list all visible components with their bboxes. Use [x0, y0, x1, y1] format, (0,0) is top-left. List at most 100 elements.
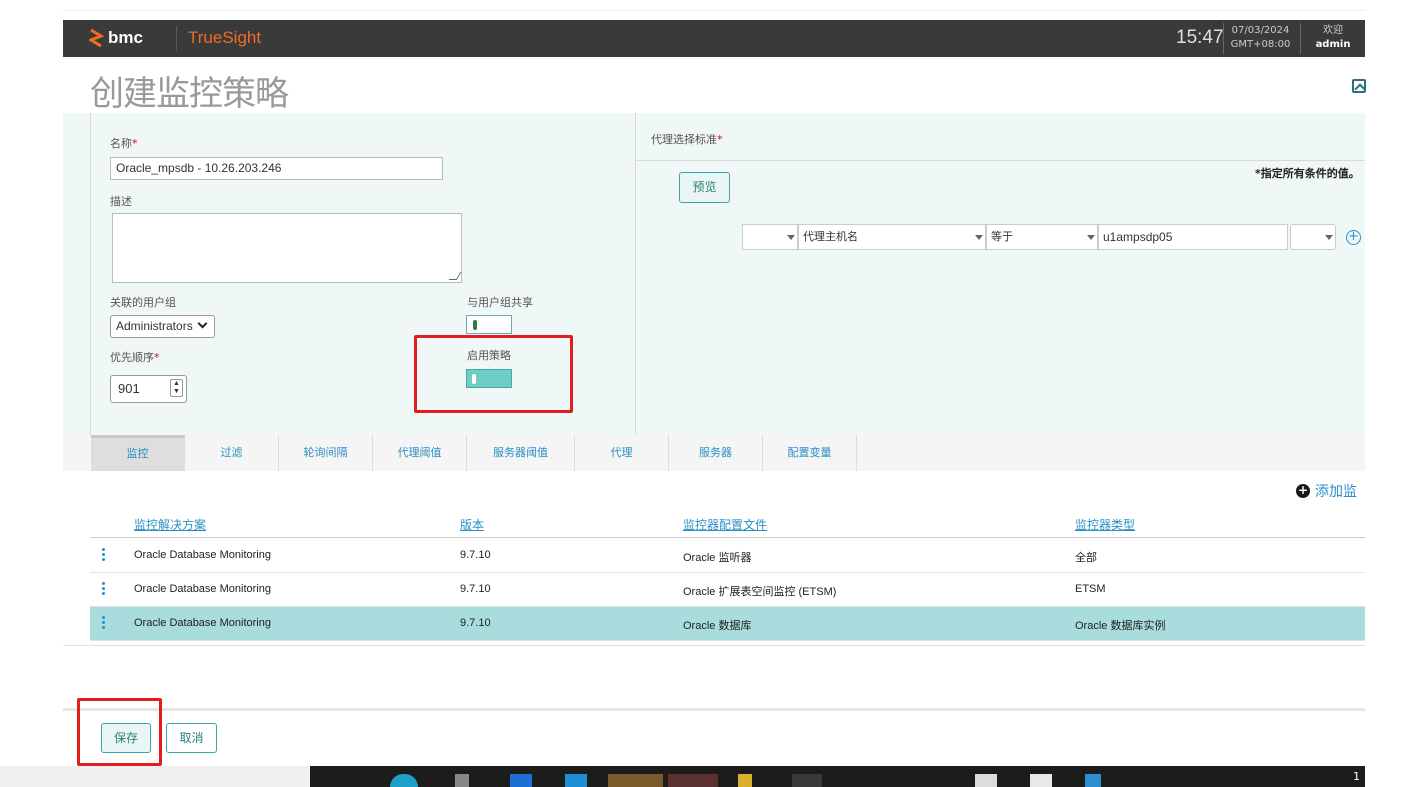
highlight-box-save	[77, 698, 162, 766]
usergroup-value: Administrators	[116, 319, 193, 333]
username: admin	[1315, 39, 1351, 50]
column-header-version[interactable]: 版本	[460, 516, 484, 533]
criteria-label: 代理选择标准*	[651, 133, 723, 146]
criteria-operator-select[interactable]: 等于	[986, 224, 1098, 250]
cell-profile: Oracle 扩展表空间监控 (ETSM)	[683, 586, 837, 598]
app-icon[interactable]	[565, 774, 587, 787]
brand-name: bmc	[108, 28, 143, 47]
folder-icon[interactable]	[738, 774, 752, 787]
description-textarea[interactable]	[112, 213, 462, 283]
tab-polling-interval[interactable]: 轮询间隔	[279, 435, 373, 471]
criteria-value-input[interactable]: u1ampsdp05	[1098, 224, 1288, 250]
cell-solution: Oracle Database Monitoring	[134, 583, 271, 595]
header-divider	[176, 26, 177, 51]
priority-label: 优先顺序*	[110, 351, 160, 364]
add-monitor-label: 添加监	[1315, 484, 1357, 500]
table-row-selected[interactable]: Oracle Database Monitoring 9.7.10 Oracle…	[90, 607, 1365, 641]
add-circle-icon: +	[1296, 483, 1310, 498]
cell-type: ETSM	[1075, 583, 1106, 595]
priority-value: 901	[118, 381, 140, 396]
criteria-extra-select[interactable]	[1290, 224, 1336, 250]
dropdown-arrow-icon	[787, 235, 795, 240]
welcome-text: 欢迎	[1323, 25, 1343, 36]
footer-divider	[63, 708, 1365, 711]
tab-monitoring[interactable]: 监控	[91, 435, 185, 471]
bmc-logo-icon	[89, 28, 105, 48]
user-menu[interactable]: 欢迎 admin	[1300, 23, 1365, 54]
usergroup-select[interactable]: Administrators	[110, 315, 215, 338]
app-icon[interactable]	[455, 774, 469, 787]
table-row[interactable]: Oracle Database Monitoring 9.7.10 Oracle…	[90, 539, 1365, 573]
product-name[interactable]: TrueSight	[188, 28, 261, 48]
share-toggle[interactable]	[466, 315, 512, 334]
cell-profile: Oracle 监听器	[683, 552, 752, 564]
dropdown-arrow-icon	[1325, 235, 1333, 240]
cell-profile: Oracle 数据库	[683, 620, 752, 632]
tab-server[interactable]: 服务器	[669, 435, 763, 471]
column-header-solution[interactable]: 监控解决方案	[134, 516, 206, 533]
top-navigation-bar: bmc TrueSight 15:47 07/03/2024 GMT+08:00…	[63, 20, 1365, 57]
top-border	[63, 10, 1365, 11]
taskbar-clock-fragment: 1	[1353, 770, 1360, 783]
stepper-arrows-icon[interactable]: ▲ ▼	[170, 379, 183, 397]
app-icon[interactable]	[668, 774, 718, 787]
chevron-down-icon	[197, 318, 208, 329]
app-icon[interactable]	[975, 774, 997, 787]
taskbar-blank-area	[0, 766, 310, 787]
row-menu-icon[interactable]	[102, 548, 105, 562]
date-display: 07/03/2024 GMT+08:00	[1223, 23, 1297, 54]
name-label: 名称*	[110, 137, 138, 150]
share-label: 与用户组共享	[467, 296, 533, 309]
name-input[interactable]: Oracle_mpsdb - 10.26.203.246	[110, 157, 443, 180]
cell-version: 9.7.10	[460, 549, 491, 561]
page-title: 创建监控策略	[90, 74, 289, 114]
content-divider	[63, 645, 1365, 646]
description-label: 描述	[110, 195, 132, 208]
tab-filter[interactable]: 过滤	[185, 435, 279, 471]
criteria-field-value: 代理主机名	[803, 231, 858, 243]
cancel-button[interactable]: 取消	[166, 723, 217, 753]
app-icon[interactable]	[510, 774, 532, 787]
column-header-type[interactable]: 监控器类型	[1075, 516, 1135, 533]
add-criteria-icon[interactable]: +	[1346, 230, 1361, 245]
dropdown-arrow-icon	[1087, 235, 1095, 240]
dropdown-arrow-icon	[975, 235, 983, 240]
cell-solution: Oracle Database Monitoring	[134, 549, 271, 561]
priority-stepper[interactable]: 901 ▲ ▼	[110, 375, 187, 403]
tab-server-threshold[interactable]: 服务器阈值	[467, 435, 575, 471]
app-icon[interactable]	[1030, 774, 1052, 787]
preview-button[interactable]: 预览	[679, 172, 730, 203]
timezone-text: GMT+08:00	[1230, 39, 1291, 50]
criteria-divider	[637, 160, 1365, 161]
criteria-field-select[interactable]: 代理主机名	[798, 224, 986, 250]
cell-type: 全部	[1075, 552, 1097, 564]
criteria-connector-select[interactable]	[742, 224, 798, 250]
tab-config-variables[interactable]: 配置变量	[763, 435, 857, 471]
policy-tabs: 监控 过滤 轮询间隔 代理阈值 服务器阈值 代理 服务器 配置变量	[63, 435, 1365, 471]
resize-handle-icon[interactable]	[448, 272, 462, 280]
row-menu-icon[interactable]	[102, 582, 105, 596]
add-monitor-link[interactable]: + 添加监	[1296, 481, 1357, 501]
table-row[interactable]: Oracle Database Monitoring 9.7.10 Oracle…	[90, 573, 1365, 607]
cell-version: 9.7.10	[460, 617, 491, 629]
criteria-hint: *指定所有条件的值。	[1255, 167, 1360, 180]
toggle-knob	[473, 320, 477, 330]
criteria-operator-value: 等于	[991, 231, 1013, 243]
tab-agent-threshold[interactable]: 代理阈值	[373, 435, 467, 471]
cell-type: Oracle 数据库实例	[1075, 620, 1166, 632]
clock-time: 15:47	[1176, 27, 1224, 48]
column-header-profile[interactable]: 监控器配置文件	[683, 516, 767, 533]
tab-agent[interactable]: 代理	[575, 435, 669, 471]
date-text: 07/03/2024	[1231, 25, 1290, 36]
table-header: 监控解决方案 版本 监控器配置文件 监控器类型	[90, 510, 1365, 538]
cell-solution: Oracle Database Monitoring	[134, 617, 271, 629]
cell-version: 9.7.10	[460, 583, 491, 595]
bmc-logo[interactable]: bmc	[89, 27, 143, 49]
app-icon[interactable]	[792, 774, 822, 787]
app-icon[interactable]	[1085, 774, 1101, 787]
highlight-box-enable	[414, 335, 573, 413]
row-menu-icon[interactable]	[102, 616, 105, 630]
active-app-icon[interactable]	[608, 774, 663, 787]
collapse-icon[interactable]	[1352, 79, 1366, 93]
usergroup-label: 关联的用户组	[110, 296, 176, 309]
